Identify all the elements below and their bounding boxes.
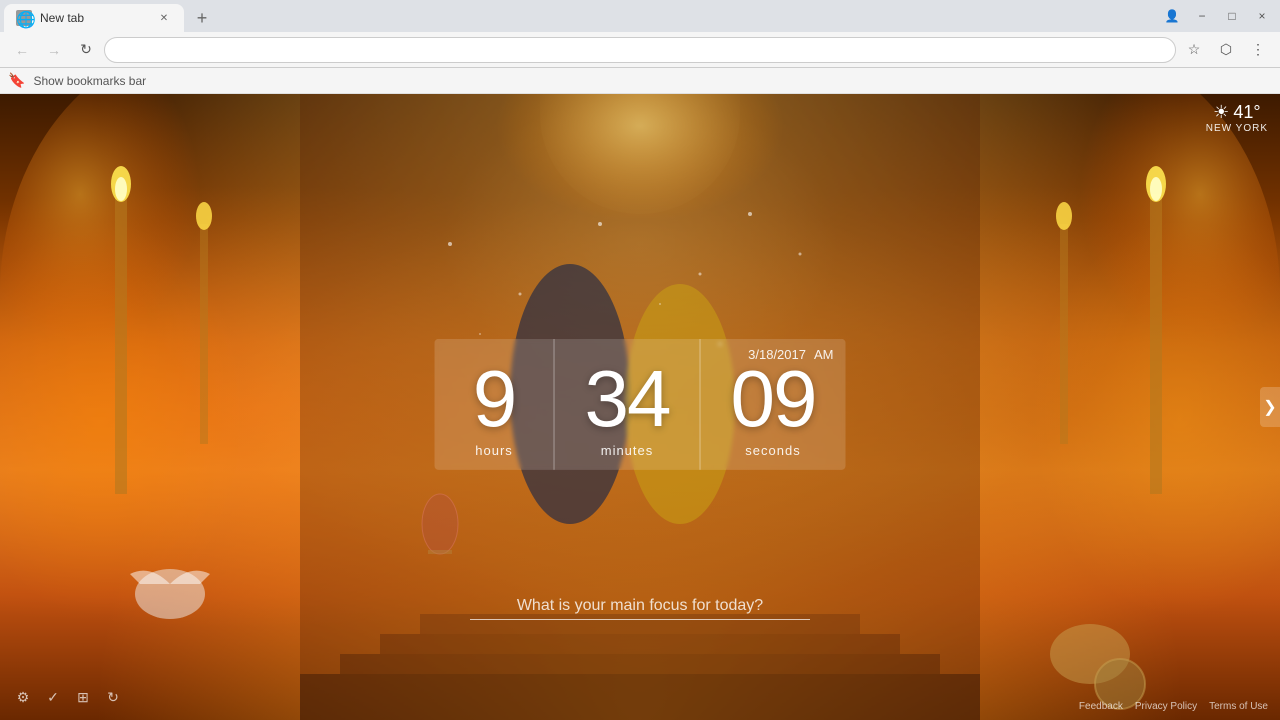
nav-bar: ← → ↻ ☆ ⬡ ⋮: [0, 32, 1280, 68]
weather-city: NEW YORK: [1206, 123, 1268, 134]
browser-frame: 🌐 New tab ✕ + 👤 − □ × ← → ↻ ☆ ⬡ ⋮ 🔖 Show…: [0, 0, 1280, 720]
minimize-button[interactable]: −: [1188, 2, 1216, 30]
title-bar: 🌐 New tab ✕ + 👤 − □ ×: [0, 0, 1280, 32]
clock-container: 3/18/2017 AM 9 hours 34 minutes 09 secon…: [435, 339, 846, 470]
date-text: 3/18/2017: [748, 347, 806, 362]
feedback-link[interactable]: Feedback: [1079, 701, 1123, 712]
side-arrow-button[interactable]: ❯: [1260, 387, 1280, 427]
extensions-button[interactable]: ⬡: [1212, 36, 1240, 64]
clock-seconds-label: seconds: [745, 443, 800, 458]
menu-button[interactable]: ⋮: [1244, 36, 1272, 64]
profile-button[interactable]: 👤: [1158, 2, 1186, 30]
focus-input[interactable]: [470, 593, 810, 620]
settings-button[interactable]: ⚙: [12, 686, 34, 708]
ampm-text: AM: [814, 347, 834, 362]
terms-link[interactable]: Terms of Use: [1209, 701, 1268, 712]
date-display: 3/18/2017 AM: [748, 347, 833, 362]
privacy-link[interactable]: Privacy Policy: [1135, 701, 1197, 712]
close-button[interactable]: ×: [1248, 2, 1276, 30]
new-tab-button[interactable]: +: [188, 4, 216, 32]
refresh-button[interactable]: ↻: [102, 686, 124, 708]
weather-top: ☀ 41°: [1213, 102, 1260, 123]
tab-close-button[interactable]: ✕: [156, 10, 172, 26]
clock-minutes-value: 34: [585, 359, 670, 439]
bookmark-star-button[interactable]: ☆: [1180, 36, 1208, 64]
todo-button[interactable]: ✓: [42, 686, 64, 708]
clock-minutes-label: minutes: [601, 443, 654, 458]
weather-sun-icon: ☀: [1213, 102, 1229, 123]
bookmarks-bar-label: Show bookmarks bar: [33, 74, 146, 88]
clock-seconds-value: 09: [731, 359, 816, 439]
clock-widget: 3/18/2017 AM 9 hours 34 minutes 09 secon…: [435, 339, 846, 470]
weather-widget[interactable]: ☀ 41° NEW YORK: [1206, 102, 1268, 134]
content-area: 3/18/2017 AM 9 hours 34 minutes 09 secon…: [0, 94, 1280, 720]
maximize-button[interactable]: □: [1218, 2, 1246, 30]
window-controls: 👤 − □ ×: [1158, 2, 1276, 30]
focus-container: [470, 593, 810, 620]
address-bar[interactable]: [104, 37, 1176, 63]
clock-hours-section: 9 hours: [435, 339, 555, 470]
refresh-button[interactable]: ↻: [72, 36, 100, 64]
bookmarks-icon: 🔖: [8, 72, 25, 89]
active-tab[interactable]: 🌐 New tab ✕: [4, 4, 184, 32]
weather-temperature: 41°: [1233, 102, 1260, 123]
clock-hours-label: hours: [475, 443, 513, 458]
tab-title: New tab: [40, 11, 148, 25]
tab-favicon: 🌐: [16, 10, 32, 26]
bottom-right-links: Feedback Privacy Policy Terms of Use: [1079, 701, 1268, 712]
tab-area: 🌐 New tab ✕ +: [4, 0, 216, 32]
apps-button[interactable]: ⊞: [72, 686, 94, 708]
clock-hours-value: 9: [473, 359, 516, 439]
nav-right-icons: ☆ ⬡ ⋮: [1180, 36, 1272, 64]
back-button[interactable]: ←: [8, 36, 36, 64]
bookmarks-bar[interactable]: 🔖 Show bookmarks bar: [0, 68, 1280, 94]
bottom-toolbar: ⚙ ✓ ⊞ ↻: [12, 686, 124, 708]
forward-button[interactable]: →: [40, 36, 68, 64]
clock-minutes-section: 34 minutes: [555, 339, 701, 470]
